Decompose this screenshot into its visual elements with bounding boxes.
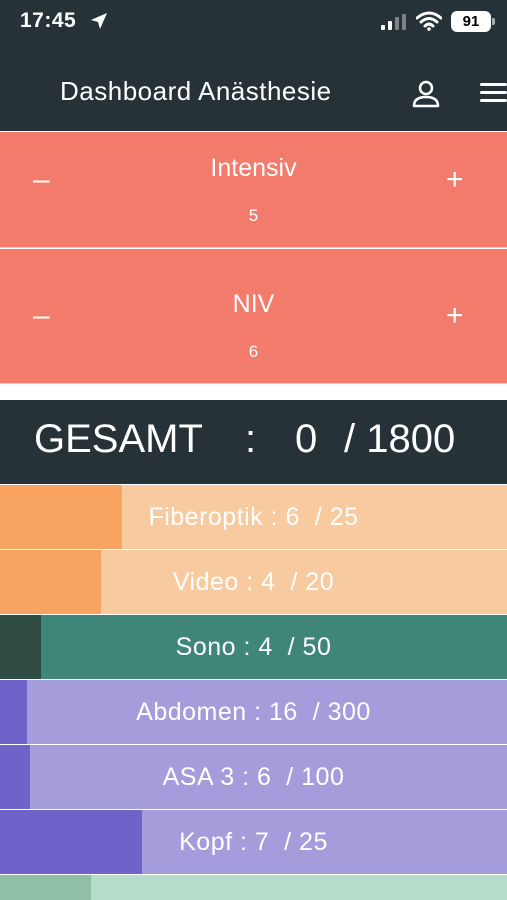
- stat-row-abdomen[interactable]: Abdomen : 16 / 300: [0, 680, 507, 744]
- stat-row-video[interactable]: Video : 4 / 20: [0, 550, 507, 614]
- app-bar: Dashboard Anästhesie: [0, 56, 507, 131]
- counter-niv: – NIV 6 +: [0, 249, 507, 384]
- counter-intensiv: – Intensiv 5 +: [0, 132, 507, 248]
- section-gap: [0, 384, 507, 400]
- increment-intensiv-button[interactable]: +: [446, 163, 464, 197]
- status-bar: 17:45 91: [0, 0, 507, 56]
- location-arrow-icon: [91, 13, 107, 29]
- page-title: Dashboard Anästhesie: [60, 76, 332, 106]
- total-label: GESAMT: [34, 417, 203, 461]
- user-icon[interactable]: [410, 78, 442, 110]
- menu-icon[interactable]: [480, 80, 507, 106]
- stat-row-kinder[interactable]: [0, 875, 507, 900]
- stat-label: Kopf : 7 / 25: [179, 828, 328, 856]
- battery-icon: 91: [451, 11, 495, 32]
- counter-label-niv: NIV: [232, 290, 275, 318]
- stat-label: Fiberoptik : 6 / 25: [148, 503, 359, 531]
- stat-label: [0, 875, 507, 900]
- stat-label: Abdomen : 16 / 300: [136, 698, 371, 726]
- counter-label-intensiv: Intensiv: [210, 154, 297, 182]
- total-bar: GESAMT : 0 / 1800: [0, 400, 507, 484]
- wifi-icon: [416, 11, 442, 31]
- stat-row-asa-3[interactable]: ASA 3 : 6 / 100: [0, 745, 507, 809]
- counter-value-niv: 6: [248, 342, 259, 361]
- stat-row-sono[interactable]: Sono : 4 / 50: [0, 615, 507, 679]
- stat-row-fiberoptik[interactable]: Fiberoptik : 6 / 25: [0, 485, 507, 549]
- total-value: 0: [295, 417, 318, 461]
- increment-niv-button[interactable]: +: [446, 299, 464, 333]
- stat-label: Sono : 4 / 50: [175, 633, 332, 661]
- total-max: / 1800: [344, 417, 456, 461]
- stat-label: ASA 3 : 6 / 100: [162, 763, 345, 791]
- status-time: 17:45: [20, 9, 77, 32]
- signal-icon: [381, 14, 406, 30]
- total-separator: :: [245, 417, 257, 461]
- stat-label: Video : 4 / 20: [172, 568, 335, 596]
- stat-row-kopf[interactable]: Kopf : 7 / 25: [0, 810, 507, 874]
- counter-value-intensiv: 5: [248, 206, 259, 225]
